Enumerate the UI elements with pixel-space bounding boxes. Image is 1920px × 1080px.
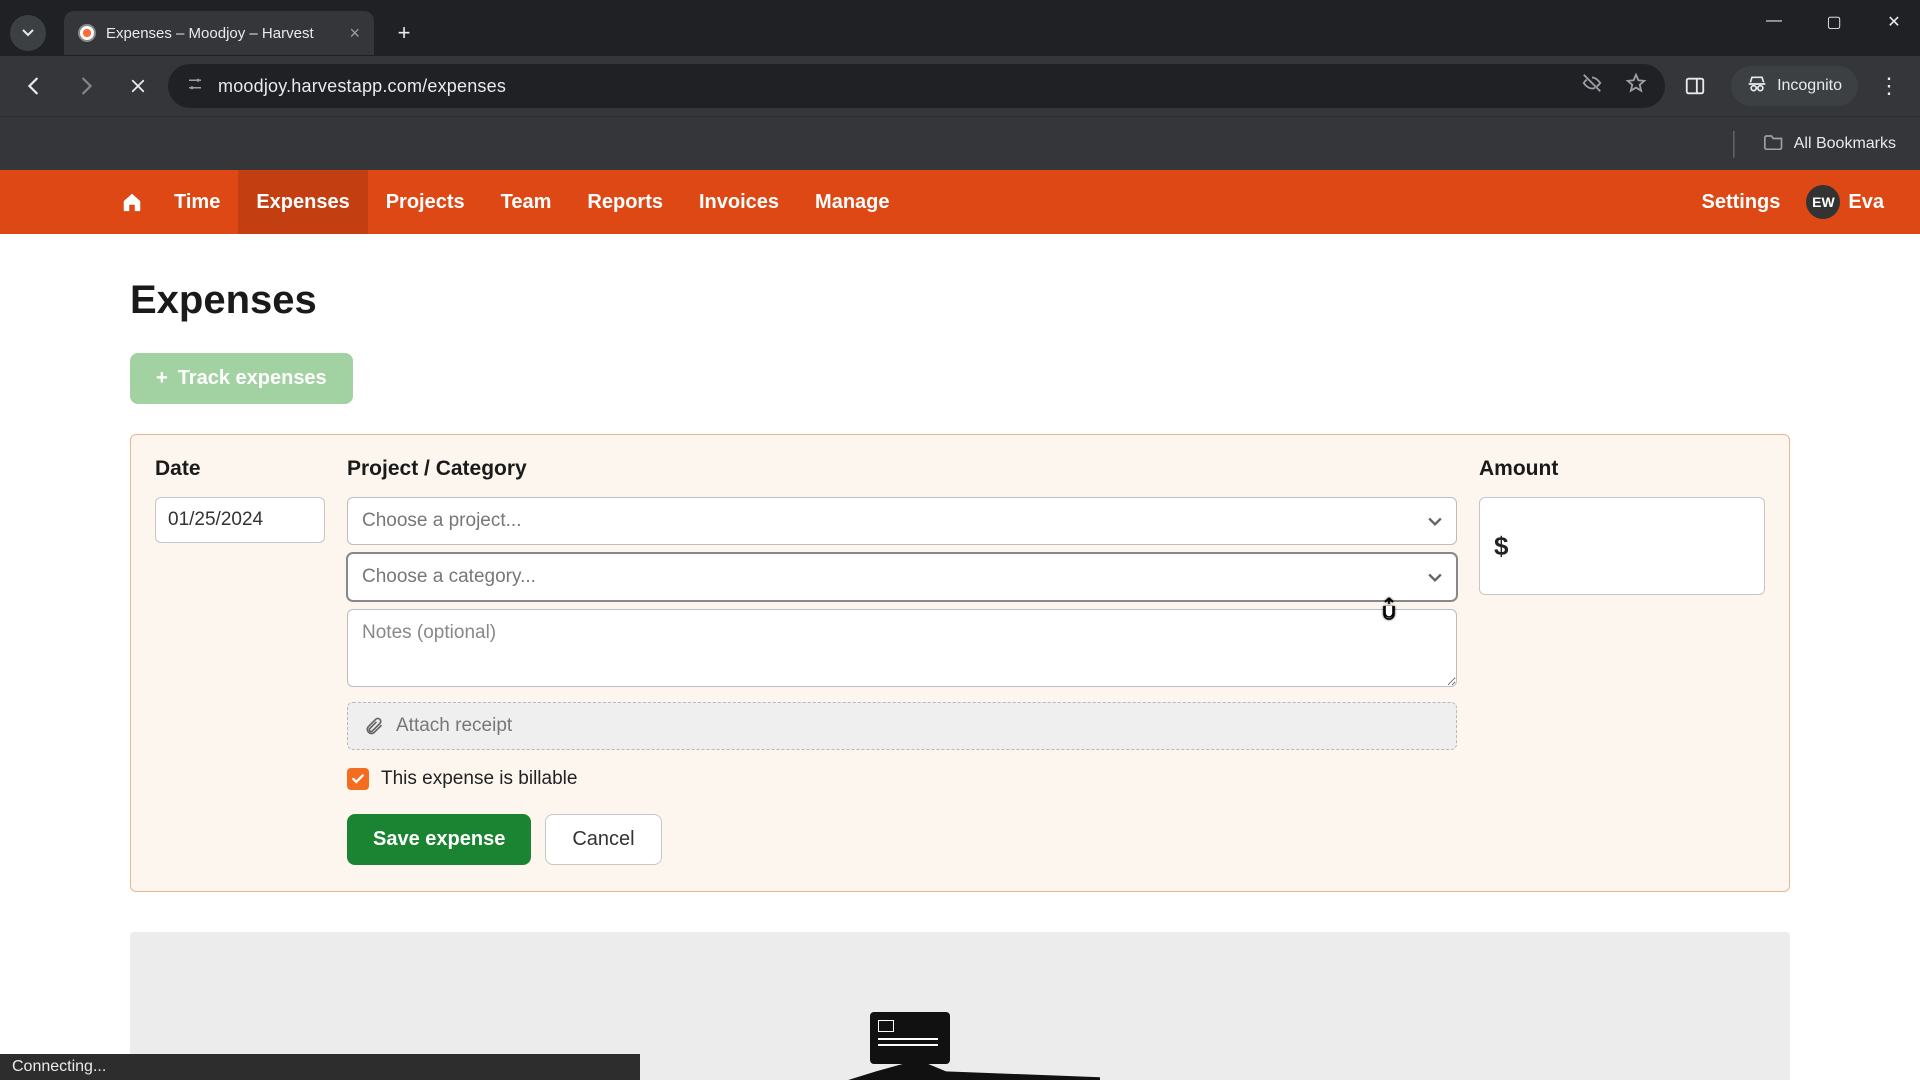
- arrow-left-icon: [23, 75, 45, 97]
- cancel-button[interactable]: Cancel: [545, 814, 661, 865]
- nav-reports[interactable]: Reports: [569, 170, 681, 234]
- bookmark-separator: │: [1728, 131, 1742, 157]
- stop-reload-button[interactable]: [116, 64, 160, 108]
- project-select-placeholder: Choose a project...: [362, 510, 521, 532]
- billable-checkbox[interactable]: [347, 768, 369, 790]
- nav-manage[interactable]: Manage: [797, 170, 907, 234]
- page-title: Expenses: [130, 278, 1790, 323]
- page-viewport[interactable]: Time Expenses Projects Team Reports Invo…: [0, 170, 1920, 1080]
- active-tab[interactable]: Expenses – Moodjoy – Harvest ×: [64, 11, 374, 55]
- all-bookmarks-label: All Bookmarks: [1794, 135, 1896, 153]
- nav-invoices[interactable]: Invoices: [681, 170, 797, 234]
- incognito-indicator[interactable]: Incognito: [1731, 66, 1858, 106]
- close-icon: [129, 77, 147, 95]
- plus-icon: +: [156, 367, 168, 390]
- chevron-down-icon: [22, 29, 34, 37]
- save-expense-button[interactable]: Save expense: [347, 814, 531, 865]
- eye-off-icon[interactable]: [1581, 72, 1603, 100]
- tune-icon: [186, 75, 204, 93]
- attach-receipt-button[interactable]: Attach receipt: [347, 702, 1457, 750]
- amount-input[interactable]: [1512, 531, 1750, 562]
- tab-search-button[interactable]: [10, 15, 46, 51]
- illustration-icon: [820, 1012, 1100, 1080]
- nav-settings[interactable]: Settings: [1686, 170, 1797, 234]
- browser-chrome: Expenses – Moodjoy – Harvest × + — ▢ ✕ m…: [0, 0, 1920, 170]
- check-icon: [351, 772, 365, 786]
- track-expenses-button[interactable]: + Track expenses: [130, 353, 353, 404]
- close-window-button[interactable]: ✕: [1878, 12, 1910, 32]
- nav-time[interactable]: Time: [156, 170, 238, 234]
- site-settings-icon[interactable]: [186, 75, 204, 98]
- billable-row: This expense is billable: [347, 768, 1457, 790]
- address-bar[interactable]: moodjoy.harvestapp.com/expenses: [168, 64, 1665, 108]
- bookmark-bar: │ All Bookmarks: [0, 116, 1920, 170]
- forward-button[interactable]: [64, 64, 108, 108]
- app-nav: Time Expenses Projects Team Reports Invo…: [0, 170, 1920, 234]
- folder-icon: [1764, 132, 1784, 155]
- browser-menu-button[interactable]: ⋮: [1878, 73, 1900, 99]
- billable-label: This expense is billable: [381, 768, 577, 790]
- amount-label: Amount: [1479, 457, 1765, 481]
- paperclip-icon: [364, 716, 384, 736]
- project-category-label: Project / Category: [347, 457, 1457, 481]
- nav-projects[interactable]: Projects: [368, 170, 483, 234]
- project-select[interactable]: Choose a project...: [347, 497, 1457, 545]
- minimize-button[interactable]: —: [1758, 12, 1790, 32]
- date-input[interactable]: [155, 497, 325, 543]
- window-controls: — ▢ ✕: [1758, 12, 1910, 32]
- all-bookmarks-button[interactable]: All Bookmarks: [1764, 132, 1896, 155]
- category-select[interactable]: Choose a category...: [347, 553, 1457, 601]
- expense-form: Date Project / Category Choose a project…: [130, 434, 1790, 892]
- incognito-label: Incognito: [1777, 77, 1842, 95]
- maximize-button[interactable]: ▢: [1818, 12, 1850, 32]
- back-button[interactable]: [12, 64, 56, 108]
- tab-title: Expenses – Moodjoy – Harvest: [106, 25, 339, 42]
- toolbar: moodjoy.harvestapp.com/expenses Incognit…: [0, 56, 1920, 116]
- home-icon: [121, 191, 143, 213]
- side-panel-button[interactable]: [1673, 64, 1717, 108]
- url-text: moodjoy.harvestapp.com/expenses: [218, 76, 1567, 97]
- notes-input[interactable]: [347, 609, 1457, 687]
- category-select-placeholder: Choose a category...: [362, 566, 536, 588]
- chevron-down-icon: [1428, 567, 1442, 588]
- nav-expenses[interactable]: Expenses: [238, 170, 367, 234]
- amount-field[interactable]: $: [1479, 497, 1765, 595]
- content: Expenses + Track expenses Date Project /…: [130, 234, 1790, 1080]
- chevron-down-icon: [1428, 511, 1442, 532]
- nav-team[interactable]: Team: [483, 170, 570, 234]
- nav-user-name[interactable]: Eva: [1848, 170, 1920, 234]
- arrow-right-icon: [75, 75, 97, 97]
- attach-receipt-label: Attach receipt: [396, 715, 512, 737]
- panel-icon: [1684, 75, 1706, 97]
- currency-symbol: $: [1494, 531, 1508, 562]
- bookmark-star-button[interactable]: [1625, 72, 1647, 100]
- close-tab-button[interactable]: ×: [349, 23, 360, 44]
- new-tab-button[interactable]: +: [386, 15, 422, 51]
- nav-home-button[interactable]: [108, 170, 156, 234]
- incognito-icon: [1747, 74, 1767, 99]
- tab-strip: Expenses – Moodjoy – Harvest × + — ▢ ✕: [0, 0, 1920, 56]
- track-expenses-label: Track expenses: [178, 367, 327, 390]
- avatar[interactable]: EW: [1806, 185, 1840, 219]
- browser-status-bar: Connecting...: [0, 1054, 640, 1080]
- tab-favicon-icon: [78, 24, 96, 42]
- date-label: Date: [155, 457, 325, 481]
